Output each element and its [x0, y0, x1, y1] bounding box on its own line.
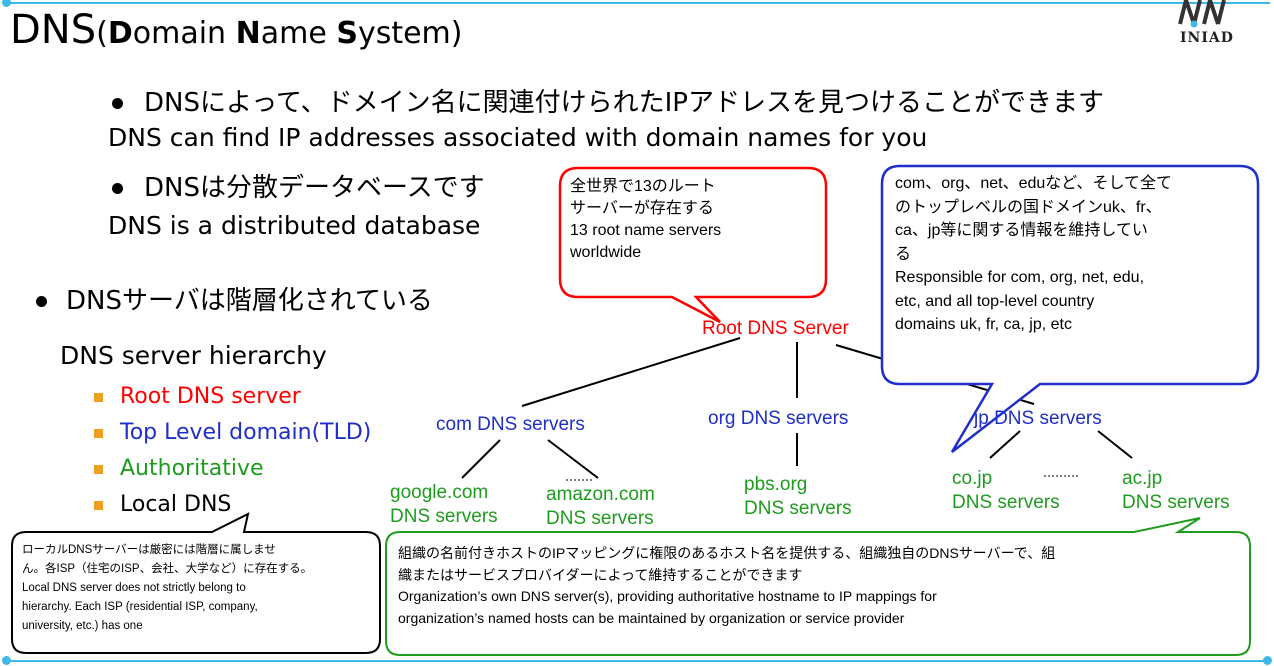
node-acjp-l1: ac.jp: [1122, 468, 1163, 489]
node-tld-jp: jp DNS servers: [974, 408, 1102, 429]
edge-root-com: [521, 337, 741, 407]
callout-tld-text: com、org、net、eduなど、そして全て のトップレベルの国ドメインuk、…: [895, 175, 1173, 333]
edge-com-google: [461, 439, 501, 479]
node-google-l1: google.com: [390, 482, 489, 503]
callout-authoritative-text: 組織の名前付きホストのIPマッピングに権限のあるホスト名を提供する、組織独自のD…: [398, 545, 1056, 626]
node-pbs-l2: DNS servers: [744, 498, 852, 519]
edge-jp-acjp: [1097, 430, 1133, 459]
callout-local-text: ローカルDNSサーバーは厳密には階層に属しませ ん。各ISP（住宅のISP、会社…: [22, 544, 313, 632]
node-cojp-l1: co.jp: [952, 468, 993, 489]
node-tld-org: org DNS servers: [708, 408, 849, 429]
node-amazon-l1: amazon.com: [546, 484, 655, 505]
edge-jp-cojp: [989, 430, 1021, 459]
node-amazon-l2: DNS servers: [546, 508, 654, 529]
node-google-l2: DNS servers: [390, 506, 498, 527]
node-acjp-l2: DNS servers: [1122, 492, 1230, 513]
node-pbs-l1: pbs.org: [744, 474, 808, 495]
edge-com-amazon: [547, 439, 599, 479]
node-root: Root DNS Server: [702, 318, 849, 339]
node-tld-com: com DNS servers: [436, 414, 585, 435]
callout-root-text: 全世界で13のルート サーバーが存在する 13 root name server…: [570, 178, 722, 261]
node-cojp-l2: DNS servers: [952, 492, 1060, 513]
